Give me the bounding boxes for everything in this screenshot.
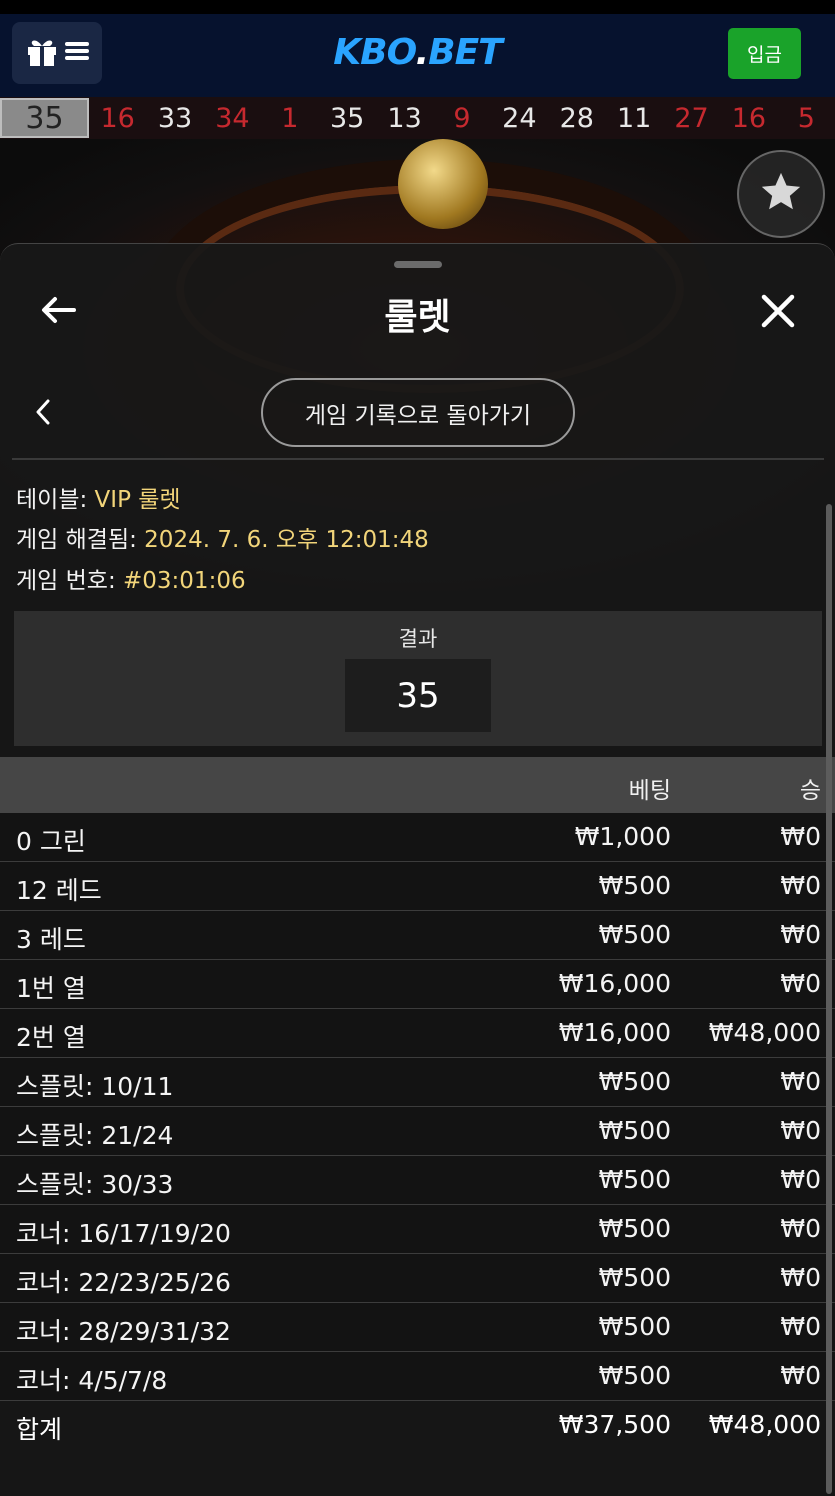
- win-amount: ₩0: [780, 871, 821, 900]
- bet-name: 스플릿: 30/33: [16, 1170, 174, 1199]
- drag-handle[interactable]: [394, 261, 442, 268]
- win-amount: ₩0: [780, 822, 821, 851]
- bets-table-body: 0 그린 ₩1,000 ₩0 12 레드 ₩500 ₩0 3 레드 ₩500 ₩0 1번 열 ₩16…: [0, 813, 835, 1401]
- bet-row: 코너: 22/23/25/26 ₩500 ₩0: [0, 1254, 835, 1303]
- bet-row: 12 레드 ₩500 ₩0: [0, 862, 835, 911]
- history-number: 33: [157, 102, 193, 134]
- bet-amount: ₩500: [598, 1263, 671, 1292]
- info-game-number-label: 게임 번호:: [16, 568, 124, 594]
- win-amount: ₩0: [780, 1312, 821, 1341]
- win-amount: ₩0: [780, 1067, 821, 1096]
- bet-name: 12 레드: [16, 876, 102, 905]
- bets-table-header: 베팅 승: [0, 757, 835, 813]
- bet-name: 1번 열: [16, 974, 86, 1003]
- bet-row: 스플릿: 10/11 ₩500 ₩0: [0, 1058, 835, 1107]
- bet-amount: ₩500: [598, 920, 671, 949]
- bet-amount: ₩500: [598, 1361, 671, 1390]
- game-detail-panel: 룰렛 게임 기록으로 돌아가기 테이블: VIP 룰렛 게임 해결됨: 2024…: [0, 243, 835, 1496]
- bet-row: 0 그린 ₩1,000 ₩0: [0, 813, 835, 862]
- status-strip: [0, 0, 835, 14]
- panel-scrollbar[interactable]: [826, 504, 832, 1494]
- deposit-button[interactable]: 입금: [728, 28, 801, 79]
- result-number: 35: [345, 659, 491, 732]
- roulette-hub: [398, 139, 488, 229]
- win-amount: ₩0: [780, 920, 821, 949]
- bet-row: 3 레드 ₩500 ₩0: [0, 911, 835, 960]
- history-number: 13: [387, 102, 422, 134]
- number-history: 35 16 33 34 1 35 13 9 24 28 11 27 16 5: [0, 97, 835, 139]
- win-amount: ₩0: [780, 1116, 821, 1145]
- bets-total-row: 합계 ₩37,500 ₩48,000: [0, 1401, 835, 1450]
- star-icon: [758, 169, 804, 219]
- favorite-button[interactable]: [737, 150, 825, 238]
- history-number: 16: [731, 102, 767, 134]
- bet-name: 스플릿: 21/24: [16, 1121, 174, 1150]
- panel-title: 룰렛: [384, 297, 451, 338]
- bet-name: 코너: 22/23/25/26: [16, 1268, 231, 1297]
- divider: [12, 458, 824, 460]
- info-table-value: VIP 룰렛: [94, 487, 181, 513]
- bet-amount: ₩16,000: [558, 969, 671, 998]
- top-bar: KBO.BET 입금: [0, 14, 835, 97]
- bet-amount: ₩500: [598, 1067, 671, 1096]
- win-amount: ₩0: [780, 1263, 821, 1292]
- win-amount: ₩0: [780, 1214, 821, 1243]
- column-win-header: 승: [799, 778, 821, 804]
- bet-row: 2번 열 ₩16,000 ₩48,000: [0, 1009, 835, 1058]
- history-number: 34: [215, 102, 250, 134]
- bet-row: 코너: 28/29/31/32 ₩500 ₩0: [0, 1303, 835, 1352]
- bet-amount: ₩500: [598, 1214, 671, 1243]
- info-resolved-label: 게임 해결됨:: [16, 527, 145, 553]
- return-to-history-button[interactable]: 게임 기록으로 돌아가기: [261, 378, 575, 447]
- history-number: 9: [453, 102, 471, 134]
- total-win: ₩48,000: [708, 1410, 821, 1439]
- history-number: 1: [281, 102, 299, 134]
- bet-amount: ₩500: [598, 1165, 671, 1194]
- win-amount: ₩0: [780, 1165, 821, 1194]
- info-resolved-value: 2024. 7. 6. 오후 12:01:48: [144, 527, 429, 553]
- total-bet: ₩37,500: [558, 1410, 671, 1439]
- bet-amount: ₩500: [598, 1116, 671, 1145]
- bet-row: 1번 열 ₩16,000 ₩0: [0, 960, 835, 1009]
- bet-name: 코너: 28/29/31/32: [16, 1317, 231, 1346]
- bet-row: 코너: 16/17/19/20 ₩500 ₩0: [0, 1205, 835, 1254]
- total-label: 합계: [16, 1415, 63, 1444]
- bet-amount: ₩16,000: [558, 1018, 671, 1047]
- close-icon[interactable]: [755, 288, 801, 334]
- bet-amount: ₩500: [598, 1312, 671, 1341]
- win-amount: ₩48,000: [708, 1018, 821, 1047]
- info-game-number-value: #03:01:06: [123, 568, 246, 594]
- bet-name: 2번 열: [16, 1023, 86, 1052]
- bet-amount: ₩500: [598, 871, 671, 900]
- history-number: 28: [559, 102, 594, 134]
- column-bet-header: 베팅: [628, 778, 671, 804]
- info-game-number: 게임 번호: #03:01:06: [16, 561, 246, 595]
- bet-name: 코너: 4/5/7/8: [16, 1366, 168, 1395]
- info-table-label: 테이블:: [16, 487, 95, 513]
- brand-logo[interactable]: KBO.BET: [0, 32, 835, 73]
- result-label: 결과: [398, 627, 438, 651]
- bet-name: 0 그린: [16, 827, 86, 856]
- history-number: 5: [797, 102, 815, 134]
- bet-row: 스플릿: 21/24 ₩500 ₩0: [0, 1107, 835, 1156]
- win-amount: ₩0: [780, 1361, 821, 1390]
- chevron-left-icon[interactable]: [30, 394, 56, 430]
- history-current-number: 35: [0, 98, 89, 138]
- info-resolved: 게임 해결됨: 2024. 7. 6. 오후 12:01:48: [16, 520, 429, 554]
- result-box: 결과 35: [14, 611, 822, 746]
- bet-amount: ₩1,000: [574, 822, 671, 851]
- info-table: 테이블: VIP 룰렛: [16, 480, 181, 514]
- history-number: 27: [674, 102, 709, 134]
- history-number: 35: [330, 102, 365, 134]
- history-number: 16: [100, 102, 135, 134]
- bet-row: 코너: 4/5/7/8 ₩500 ₩0: [0, 1352, 835, 1401]
- bet-name: 3 레드: [16, 925, 86, 954]
- bet-row: 스플릿: 30/33 ₩500 ₩0: [0, 1156, 835, 1205]
- history-number: 24: [502, 102, 537, 134]
- bet-name: 코너: 16/17/19/20: [16, 1219, 231, 1248]
- history-number: 11: [616, 102, 652, 134]
- win-amount: ₩0: [780, 969, 821, 998]
- bet-name: 스플릿: 10/11: [16, 1072, 174, 1101]
- history-list: 16 33 34 1 35 13 9 24 28 11 27 16 5: [89, 103, 835, 134]
